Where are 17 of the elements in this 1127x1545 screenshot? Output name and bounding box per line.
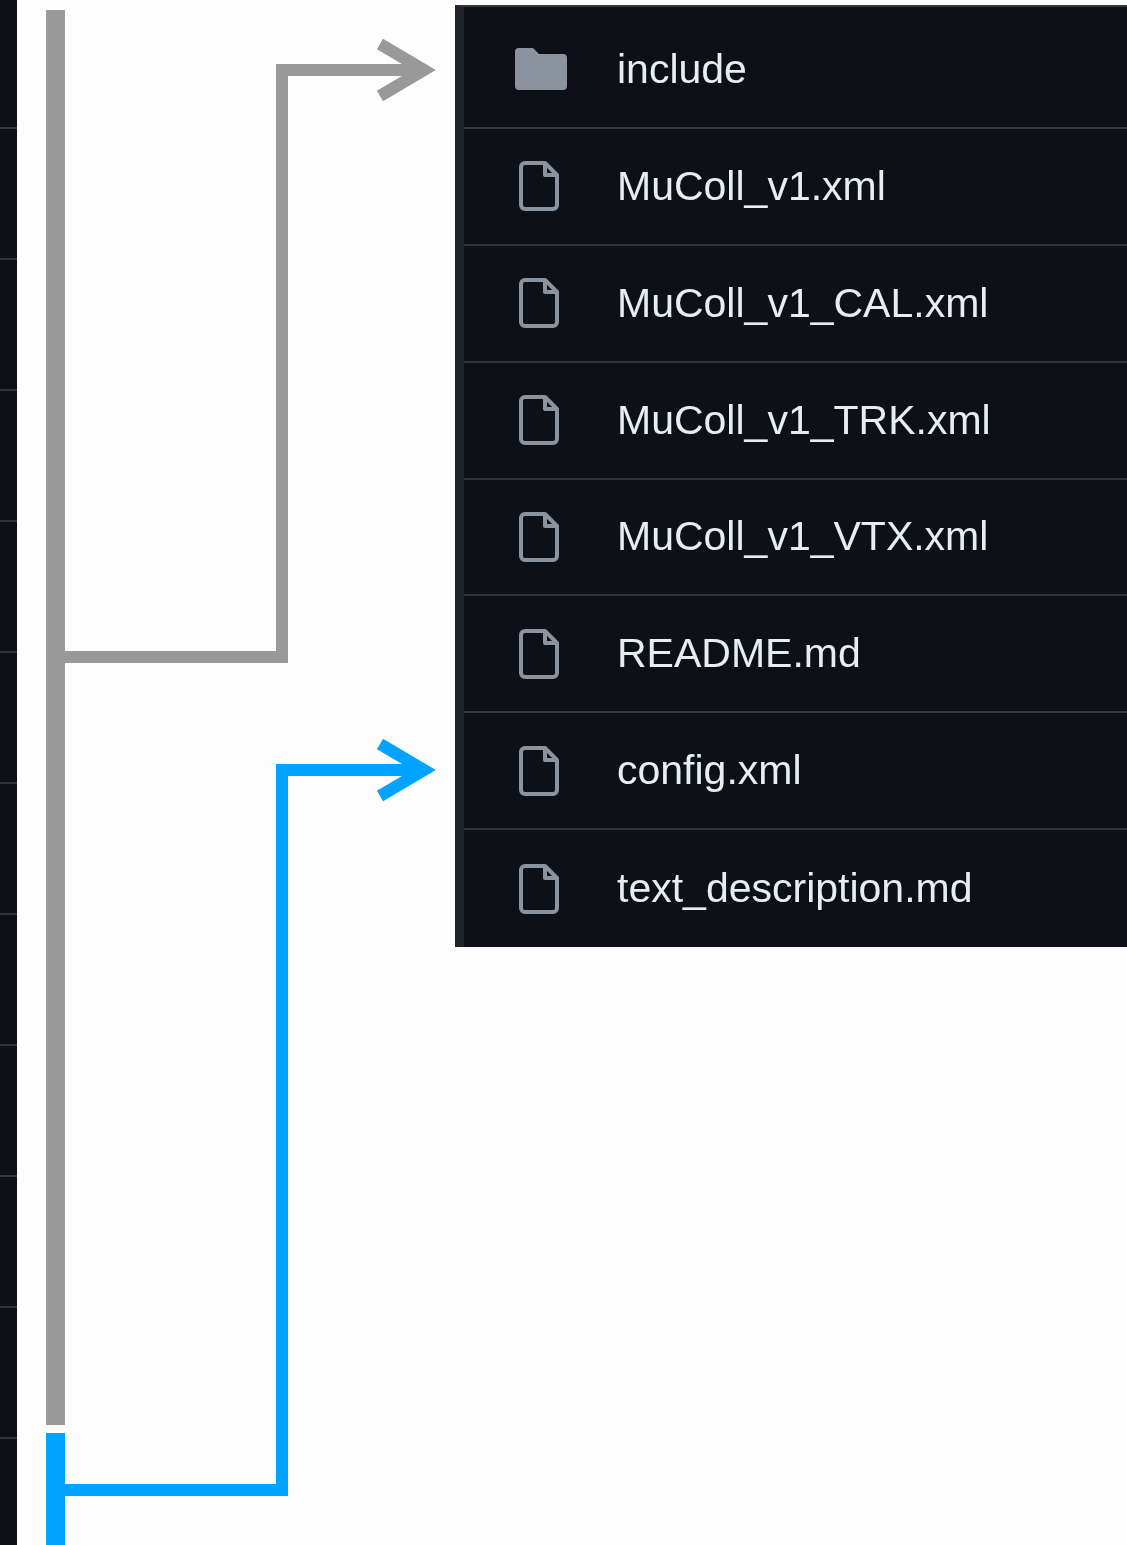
- file-name: include: [617, 45, 747, 93]
- file-row[interactable]: MuColl_v1_TRK.xml: [464, 362, 1127, 480]
- file-name: README.md: [617, 630, 861, 678]
- file-name: MuColl_v1_TRK.xml: [617, 396, 991, 444]
- file-name: text_description.md: [617, 865, 973, 913]
- file-row[interactable]: config.xml: [464, 713, 1127, 831]
- file-name: MuColl_v1_CAL.xml: [617, 279, 989, 327]
- file-name: config.xml: [617, 747, 802, 795]
- file-row[interactable]: text_description.md: [464, 830, 1127, 947]
- folder-icon: [515, 48, 567, 91]
- file-row[interactable]: MuColl_v1_VTX.xml: [464, 479, 1127, 597]
- file-row[interactable]: README.md: [464, 596, 1127, 714]
- file-row[interactable]: MuColl_v1.xml: [464, 128, 1127, 246]
- file-name: MuColl_v1_VTX.xml: [617, 513, 989, 561]
- file-row[interactable]: MuColl_v1_CAL.xml: [464, 245, 1127, 363]
- file-name: MuColl_v1.xml: [617, 162, 886, 210]
- file-row[interactable]: include: [464, 12, 1127, 129]
